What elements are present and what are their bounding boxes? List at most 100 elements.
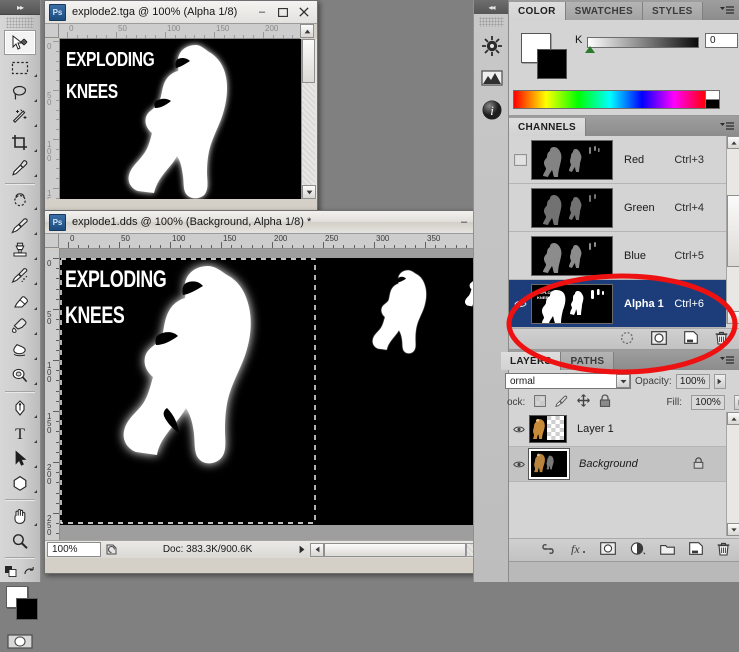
minimize-button[interactable]: – <box>256 6 268 18</box>
gradient-tool[interactable] <box>0 313 40 338</box>
layer-visibility-toggle[interactable] <box>509 412 529 446</box>
clone-stamp-tool[interactable] <box>0 238 40 263</box>
layer-style-icon[interactable]: fx <box>570 542 586 558</box>
k-slider-thumb[interactable] <box>585 46 595 53</box>
channel-visibility-toggle[interactable] <box>509 136 531 183</box>
lock-pixels-icon[interactable] <box>555 394 568 410</box>
window-titlebar[interactable]: Ps explode2.tga @ 100% (Alpha 1/8) – <box>45 1 317 24</box>
layer-row-background[interactable]: Background <box>509 447 726 482</box>
scroll-thumb[interactable] <box>302 39 315 83</box>
history-brush-tool[interactable] <box>0 263 40 288</box>
color-panel-menu-icon[interactable] <box>720 2 739 20</box>
scroll-down-button[interactable] <box>302 185 316 199</box>
toolbar-collapse-button[interactable]: ▸▸ <box>0 0 40 15</box>
brush-tool[interactable] <box>0 213 40 238</box>
background-color-swatch[interactable] <box>537 49 567 79</box>
zoom-tool[interactable] <box>0 529 40 554</box>
scroll-up-button[interactable] <box>727 412 739 425</box>
vertical-scrollbar[interactable] <box>301 39 317 199</box>
color-spectrum-ramp[interactable] <box>513 90 707 109</box>
new-channel-icon[interactable] <box>684 331 698 347</box>
ruler-origin-box[interactable] <box>45 234 59 248</box>
type-tool[interactable]: T <box>0 421 40 446</box>
dock-collapse-button[interactable]: ◂◂ <box>474 0 509 14</box>
channel-row-alpha-1[interactable]: EXPLODING KNEES Alpha 1 Ctrl+6 <box>509 280 726 328</box>
lock-transparency-icon[interactable] <box>534 394 547 410</box>
color-swatches[interactable] <box>0 584 40 630</box>
channel-visibility-toggle[interactable] <box>509 280 531 327</box>
scroll-down-button[interactable] <box>727 311 739 324</box>
maximize-button[interactable] <box>277 6 289 18</box>
dock-drag-handle[interactable] <box>479 17 504 27</box>
ruler-origin-box[interactable] <box>45 24 59 38</box>
horizontal-ruler[interactable]: 050100150200250300350400 <box>59 234 501 249</box>
adjustment-layer-icon[interactable] <box>630 542 646 558</box>
scroll-left-button[interactable] <box>310 542 325 557</box>
fill-stepper[interactable] <box>734 394 739 410</box>
shape-tool[interactable] <box>0 471 40 496</box>
opacity-value[interactable]: 100% <box>675 373 710 389</box>
channel-visibility-toggle[interactable] <box>509 184 531 231</box>
scroll-thumb[interactable] <box>727 195 739 267</box>
tab-paths[interactable]: PATHS <box>561 352 615 370</box>
channel-row-green[interactable]: Green Ctrl+4 <box>509 184 726 232</box>
quick-mask-toggle-icon[interactable] <box>0 630 40 652</box>
scroll-track[interactable] <box>727 149 739 311</box>
new-layer-icon[interactable] <box>689 542 703 558</box>
magic-wand-tool[interactable] <box>0 105 40 130</box>
horizontal-ruler[interactable]: 0 50 100 150 200 <box>59 24 300 39</box>
lock-all-icon[interactable] <box>599 394 611 410</box>
scroll-track[interactable] <box>302 83 315 185</box>
document-window-explode1[interactable]: Ps explode1.dds @ 100% (Background, Alph… <box>44 210 520 574</box>
status-menu-arrow-icon[interactable] <box>294 545 310 554</box>
document-info-icon[interactable] <box>101 544 121 555</box>
close-button[interactable] <box>298 6 310 18</box>
dodge-tool[interactable] <box>0 363 40 388</box>
canvas-explode1[interactable]: EXPLODING KNEES <box>60 249 502 540</box>
scroll-up-button[interactable] <box>727 136 739 149</box>
toolbar-drag-handle[interactable] <box>6 17 34 28</box>
crop-tool[interactable] <box>0 130 40 155</box>
channel-row-blue[interactable]: Blue Ctrl+5 <box>509 232 726 280</box>
canvas-explode2[interactable]: EXPLODING KNEES <box>60 39 301 199</box>
scroll-down-button[interactable] <box>727 523 739 536</box>
fill-value[interactable]: 100% <box>691 394 725 410</box>
channel-row-red[interactable]: Red Ctrl+3 <box>509 136 726 184</box>
black-white-swatch-strip[interactable] <box>705 90 720 109</box>
layer-row-layer-1[interactable]: Layer 1 <box>509 412 726 447</box>
navigator-icon[interactable] <box>474 30 509 62</box>
move-tool[interactable] <box>4 30 36 55</box>
layers-panel-menu-icon[interactable] <box>720 352 739 370</box>
blur-tool[interactable] <box>0 338 40 363</box>
hand-tool[interactable] <box>0 504 40 529</box>
histogram-icon[interactable] <box>474 62 509 94</box>
layer-visibility-toggle[interactable] <box>509 447 529 481</box>
add-layer-mask-icon[interactable] <box>600 542 616 558</box>
healing-brush-tool[interactable] <box>0 188 40 213</box>
tab-color[interactable]: COLOR <box>509 2 566 20</box>
window-titlebar[interactable]: Ps explode1.dds @ 100% (Background, Alph… <box>45 211 519 234</box>
delete-layer-icon[interactable] <box>717 542 730 559</box>
k-value-input[interactable]: 0 <box>705 33 738 48</box>
path-selection-tool[interactable] <box>0 446 40 471</box>
delete-channel-icon[interactable] <box>715 331 728 348</box>
lasso-tool[interactable] <box>0 80 40 105</box>
lock-position-icon[interactable] <box>577 394 591 410</box>
pen-tool[interactable] <box>0 396 40 421</box>
marquee-tool[interactable] <box>0 55 40 80</box>
tab-styles[interactable]: STYLES <box>642 2 703 20</box>
document-window-explode2[interactable]: Ps explode2.tga @ 100% (Alpha 1/8) – 0 50… <box>44 0 318 214</box>
tab-swatches[interactable]: SWATCHES <box>565 2 643 20</box>
channel-visibility-toggle[interactable] <box>509 232 531 279</box>
channels-scrollbar[interactable] <box>726 136 739 324</box>
layers-scrollbar[interactable] <box>726 412 739 536</box>
new-group-icon[interactable] <box>660 543 675 558</box>
opacity-stepper[interactable] <box>713 373 726 389</box>
eyedropper-tool[interactable] <box>0 155 40 180</box>
tab-layers[interactable]: LAYERS <box>501 352 562 370</box>
eraser-tool[interactable] <box>0 288 40 313</box>
scroll-thumb[interactable] <box>324 542 466 557</box>
save-selection-as-channel-icon[interactable] <box>651 330 667 348</box>
zoom-level-input[interactable]: 100% <box>47 542 101 557</box>
channels-panel-menu-icon[interactable] <box>720 118 739 136</box>
